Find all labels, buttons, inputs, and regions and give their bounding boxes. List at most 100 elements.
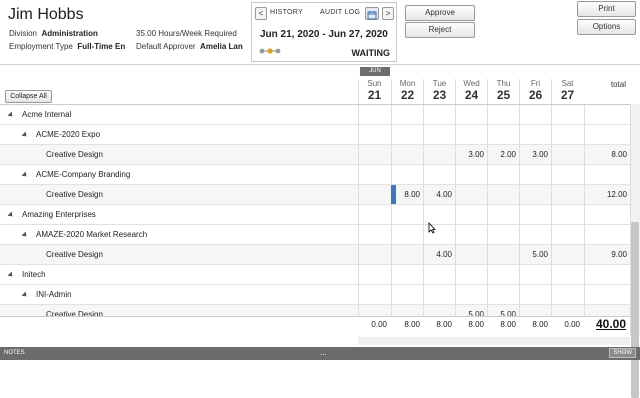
print-button[interactable]: Print	[577, 1, 636, 17]
total-column-header: total	[610, 80, 626, 89]
hours-cell[interactable]	[551, 185, 583, 204]
hours-cell[interactable]	[391, 245, 423, 264]
hours-cell	[423, 285, 455, 304]
audit-log-link[interactable]: AUDIT LOG	[320, 9, 360, 16]
hours-cell	[487, 285, 519, 304]
day-date: 22	[400, 88, 415, 102]
hours-cell	[551, 265, 583, 284]
hours-cell[interactable]	[423, 305, 455, 316]
expand-toggle-icon[interactable]	[21, 291, 29, 299]
approve-button[interactable]: Approve	[405, 5, 475, 21]
hours-cell[interactable]: 5.00	[487, 305, 519, 316]
row-total	[584, 165, 630, 184]
horizontal-scrollbar[interactable]	[358, 337, 630, 345]
period-navigator: < HISTORY AUDIT LOG > Jun 21, 2020 - Jun…	[251, 2, 397, 62]
table-row: Acme Internal	[0, 105, 630, 125]
next-period-button[interactable]: >	[382, 7, 394, 20]
expand-toggle-icon[interactable]	[21, 231, 29, 239]
approver-label: Default Approver	[136, 42, 196, 51]
hours-cell	[487, 265, 519, 284]
prev-period-button[interactable]: <	[255, 7, 267, 20]
day-date: 21	[367, 88, 382, 102]
timesheet-rows: Acme Internal ACME-2020 Expo Creative Desi…	[0, 104, 630, 316]
collapse-all-button[interactable]: Collapse All	[5, 90, 52, 103]
show-notes-button[interactable]: SHOW	[609, 348, 636, 358]
hours-cell[interactable]	[487, 245, 519, 264]
period-range: Jun 21, 2020 - Jun 27, 2020	[260, 29, 388, 40]
hours-cell[interactable]	[358, 245, 390, 264]
hours-cell[interactable]	[487, 185, 519, 204]
day-date: 26	[528, 88, 543, 102]
day-total: 8.00	[500, 320, 516, 329]
hours-cell[interactable]	[551, 145, 583, 164]
employment-type-value: Full-Time En	[77, 42, 126, 51]
hours-cell[interactable]	[358, 185, 390, 204]
hours-cell	[519, 285, 551, 304]
hours-cell	[551, 165, 583, 184]
hours-cell	[455, 125, 487, 144]
table-row: INI-Admin	[0, 285, 630, 305]
hours-cell[interactable]	[455, 245, 487, 264]
approver-value: Amelia Lan	[200, 42, 243, 51]
history-link[interactable]: HISTORY	[270, 9, 303, 16]
options-button[interactable]: Options	[577, 19, 636, 35]
hours-cell[interactable]: 2.00	[487, 145, 519, 164]
hours-cell	[455, 285, 487, 304]
hours-cell[interactable]	[423, 145, 455, 164]
row-total	[584, 265, 630, 284]
hours-cell[interactable]	[391, 145, 423, 164]
hours-cell[interactable]: 4.00	[423, 185, 455, 204]
hours-cell[interactable]: 5.00	[455, 305, 487, 316]
hours-cell[interactable]	[551, 305, 583, 316]
hours-cell[interactable]: 8.00	[391, 185, 423, 204]
day-date: 24	[464, 88, 479, 102]
hours-cell[interactable]: 5.00	[519, 245, 551, 264]
expand-toggle-icon[interactable]	[21, 171, 29, 179]
row-total: 12.00	[584, 185, 630, 204]
day-total: 8.00	[468, 320, 484, 329]
drag-handle-icon[interactable]: ...	[320, 348, 327, 357]
hours-cell[interactable]	[551, 245, 583, 264]
notes-bar[interactable]: NOTES ... SHOW	[0, 347, 640, 360]
hours-cell[interactable]	[358, 305, 390, 316]
hours-cell	[487, 125, 519, 144]
hours-cell	[551, 225, 583, 244]
hours-cell[interactable]	[519, 185, 551, 204]
day-header-tue: Tue 23	[423, 79, 455, 104]
hours-cell[interactable]	[391, 305, 423, 316]
hours-cell[interactable]: 4.00	[423, 245, 455, 264]
vertical-scrollbar[interactable]	[630, 104, 640, 398]
hours-cell	[391, 125, 423, 144]
day-header-mon: Mon 22	[391, 79, 423, 104]
hours-cell	[487, 105, 519, 124]
expand-toggle-icon[interactable]	[7, 271, 15, 279]
hours-cell	[487, 225, 519, 244]
day-name: Sat	[561, 79, 574, 88]
hours-cell	[519, 265, 551, 284]
hours-cell	[455, 205, 487, 224]
hours-cell[interactable]: 3.00	[455, 145, 487, 164]
hours-cell[interactable]	[358, 145, 390, 164]
hours-cell[interactable]: 3.00	[519, 145, 551, 164]
expand-toggle-icon[interactable]	[21, 131, 29, 139]
calendar-icon[interactable]	[365, 7, 379, 20]
notes-label: NOTES	[4, 350, 25, 356]
scroll-thumb[interactable]	[631, 222, 639, 398]
day-name: Mon	[399, 79, 416, 88]
approval-progress-icon	[259, 48, 281, 54]
reject-button[interactable]: Reject	[405, 22, 475, 38]
hours-cell[interactable]	[455, 185, 487, 204]
hours-cell	[358, 225, 390, 244]
expand-toggle-icon[interactable]	[7, 111, 15, 119]
day-header-fri: Fri 26	[519, 79, 551, 104]
hours-cell	[358, 105, 390, 124]
row-total	[584, 285, 630, 304]
hours-cell	[358, 125, 390, 144]
division-row: Division Administration	[9, 29, 98, 38]
employment-type-row: Employment Type Full-Time En	[9, 42, 125, 51]
expand-toggle-icon[interactable]	[7, 211, 15, 219]
task-label: Creative Design	[46, 190, 103, 199]
hours-cell[interactable]	[519, 305, 551, 316]
client-label: Acme Internal	[22, 110, 72, 119]
table-row: Creative Design 4.00 5.00 9.00	[0, 245, 630, 265]
